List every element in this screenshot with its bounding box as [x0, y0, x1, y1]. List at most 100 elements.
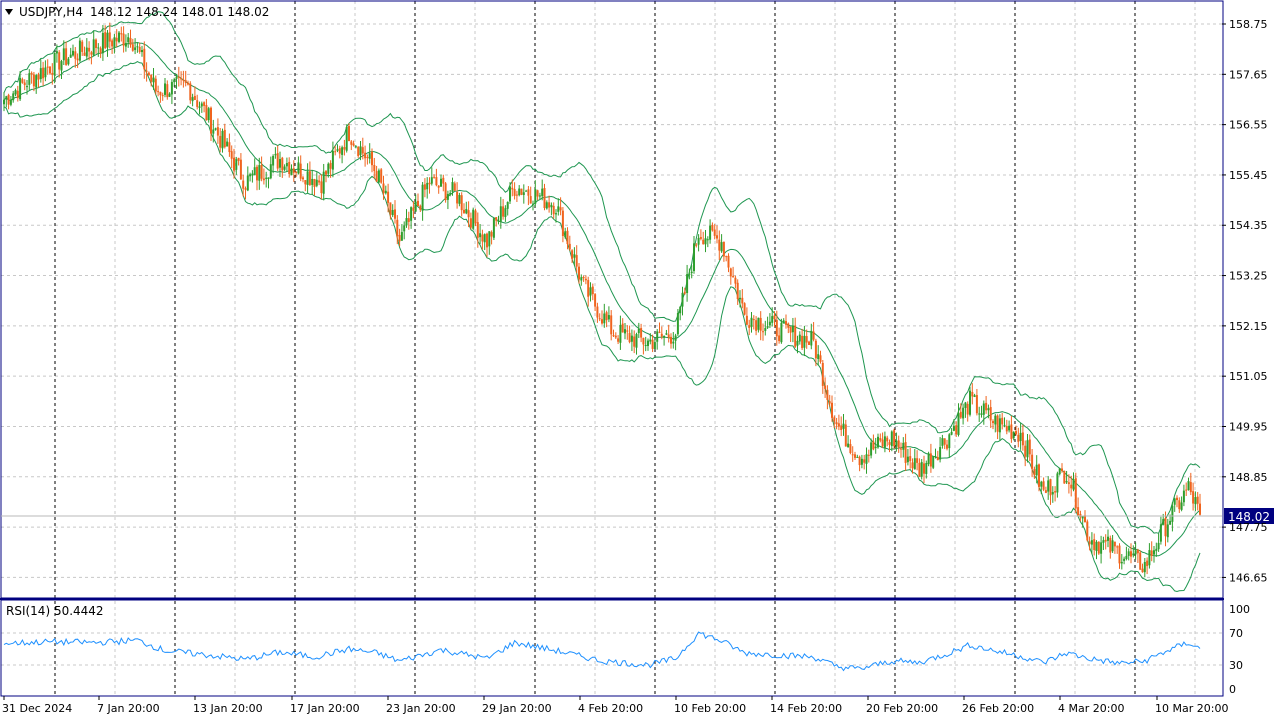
candle-body: [154, 78, 157, 92]
candle-body: [1182, 490, 1185, 503]
candle-body: [492, 218, 495, 238]
candle-body: [419, 205, 422, 210]
candle-body: [663, 335, 666, 338]
candle-body: [30, 72, 33, 75]
candle-body: [262, 178, 265, 181]
candle-body: [1127, 551, 1130, 556]
candle-body: [469, 218, 472, 228]
candle-body: [49, 66, 51, 74]
candle-body: [1136, 549, 1139, 554]
symbol-dropdown-icon[interactable]: [5, 9, 13, 15]
candle-body: [35, 75, 38, 88]
candle-body: [808, 341, 810, 345]
candle-body: [120, 33, 123, 35]
candle-body: [407, 218, 410, 222]
candle-body: [476, 222, 479, 238]
candle-body: [932, 456, 935, 468]
candle-body: [398, 235, 401, 242]
candle-body: [1187, 481, 1190, 491]
candle-body: [276, 153, 279, 169]
price-axis: 158.75 157.65 156.55 155.45 154.35 153.25 152.…: [1222, 18, 1268, 584]
candle-body: [164, 83, 166, 95]
time-tick-label: 17 Jan 20:00: [290, 702, 360, 715]
candle-body: [520, 188, 523, 195]
candle-body: [844, 424, 847, 447]
bollinger-middle-band: [3, 41, 1201, 557]
candle-body: [428, 182, 431, 185]
candle-body: [12, 93, 15, 101]
candle-body: [1012, 431, 1015, 439]
candle-body: [601, 319, 603, 324]
candle-body: [711, 224, 714, 231]
candle-body: [481, 234, 484, 242]
price-tick-label: 158.75: [1229, 18, 1268, 31]
price-tick-label: 152.15: [1229, 320, 1268, 333]
candle-body: [283, 166, 286, 170]
candle-body: [527, 189, 530, 196]
candle-body: [348, 126, 350, 142]
candle-body: [417, 200, 419, 207]
candle-body: [456, 192, 459, 204]
candle-body: [200, 103, 203, 107]
candle-body: [538, 195, 541, 197]
price-panel-frame: [0, 0, 1224, 599]
candle-body: [1132, 553, 1135, 556]
candle-body: [65, 48, 68, 65]
candle-body: [288, 161, 291, 174]
candle-body: [854, 454, 856, 458]
candle-body: [504, 208, 507, 218]
candle-body: [858, 456, 861, 466]
candle-body: [1086, 521, 1089, 541]
candle-body: [1019, 432, 1022, 442]
candle-body: [897, 440, 900, 448]
candle-body: [695, 244, 698, 246]
candle-body: [219, 135, 222, 148]
candle-body: [971, 391, 974, 397]
candle-body: [548, 202, 551, 208]
candle-body: [19, 78, 22, 100]
candle-body: [509, 186, 511, 202]
candle-body: [1189, 482, 1192, 493]
candle-body: [26, 86, 28, 88]
candle-body: [223, 129, 226, 148]
candle-body: [1180, 502, 1183, 510]
candle-body: [890, 431, 893, 447]
candle-body: [42, 67, 45, 79]
candle-body: [81, 41, 84, 52]
candle-body: [198, 106, 201, 108]
candle-body: [230, 151, 233, 159]
candle-body: [1021, 432, 1024, 446]
candle-body: [690, 271, 693, 273]
candle-body: [1067, 482, 1070, 485]
candle-body: [672, 341, 675, 344]
candle-body: [28, 73, 31, 85]
candle-body: [670, 336, 672, 344]
candle-body: [775, 320, 778, 337]
candle-body: [76, 58, 79, 61]
rsi-level-label: 70: [1229, 627, 1243, 640]
candle-body: [1008, 425, 1011, 431]
candle-body: [706, 239, 709, 241]
candle-body: [1058, 468, 1061, 475]
candle-body: [465, 208, 468, 214]
candle-body: [474, 210, 477, 224]
candle-body: [1093, 539, 1096, 550]
candle-body: [1134, 550, 1137, 555]
candle-body: [902, 442, 905, 450]
candle-body: [916, 458, 919, 463]
candle-body: [7, 94, 10, 105]
candle-body: [561, 210, 564, 237]
candle-body: [350, 141, 353, 145]
candle-body: [801, 335, 804, 349]
candle-body: [821, 362, 824, 386]
price-tick-label: 151.05: [1229, 370, 1268, 383]
grid-lines: [1, 1, 1222, 696]
candle-body: [272, 155, 275, 166]
candle-body: [440, 178, 442, 187]
candle-body: [1150, 550, 1153, 556]
candle-body: [564, 231, 567, 238]
candle-body: [941, 438, 944, 446]
candle-body: [371, 151, 373, 166]
candle-body: [1107, 536, 1109, 541]
candle-body: [1031, 454, 1034, 469]
